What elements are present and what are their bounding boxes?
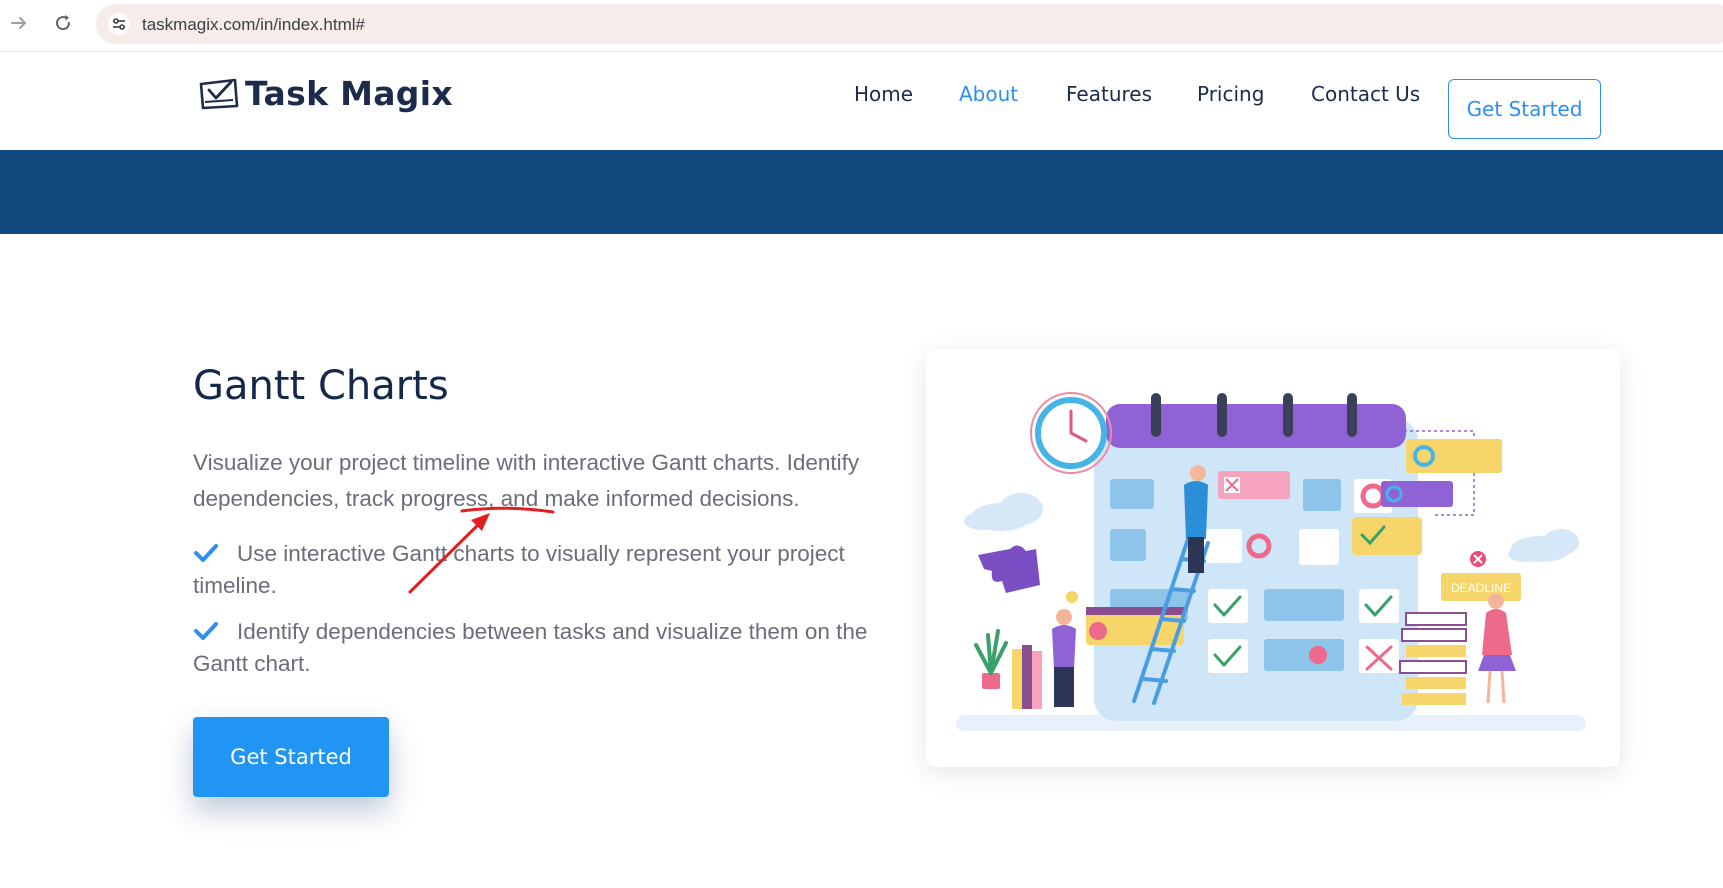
nav-features[interactable]: Features (1066, 74, 1152, 114)
get-started-button[interactable]: Get Started (193, 717, 389, 797)
section-title: Gantt Charts (193, 363, 449, 409)
arrow-right-icon[interactable] (4, 8, 34, 38)
reload-icon[interactable] (48, 8, 78, 38)
feature-item: Identify dependencies between tasks and … (193, 616, 893, 680)
address-bar[interactable]: taskmagix.com/in/index.html# (96, 4, 1723, 44)
checkmark-icon (194, 544, 218, 562)
site-header: Task Magix Home About Features Pricing C… (0, 52, 1723, 150)
feature-item: Use interactive Gantt charts to visually… (193, 538, 893, 602)
feature-list: Use interactive Gantt charts to visually… (193, 538, 893, 694)
nav-pricing[interactable]: Pricing (1197, 74, 1264, 114)
browser-toolbar: taskmagix.com/in/index.html# (0, 0, 1723, 52)
gantt-illustration-card: DEADLINE (926, 349, 1620, 767)
header-get-started-button[interactable]: Get Started (1448, 79, 1601, 139)
nav-home[interactable]: Home (854, 74, 913, 114)
section-description: Visualize your project timeline with int… (193, 450, 860, 511)
hero-band (0, 150, 1723, 234)
logo-text: Task Magix (245, 73, 453, 113)
feature-text: Identify dependencies between tasks and … (193, 619, 868, 676)
checkmark-icon (194, 622, 218, 640)
logo[interactable]: Task Magix (197, 68, 453, 118)
tune-icon[interactable] (108, 13, 130, 35)
feature-text: Use interactive Gantt charts to visually… (193, 541, 845, 598)
nav-contact-us[interactable]: Contact Us (1311, 74, 1420, 114)
check-board-icon (199, 78, 239, 110)
nav-about[interactable]: About (959, 74, 1018, 114)
deadline-label: DEADLINE (1451, 581, 1511, 595)
calendar-illustration: DEADLINE (956, 392, 1586, 731)
url-text[interactable]: taskmagix.com/in/index.html# (142, 15, 365, 35)
